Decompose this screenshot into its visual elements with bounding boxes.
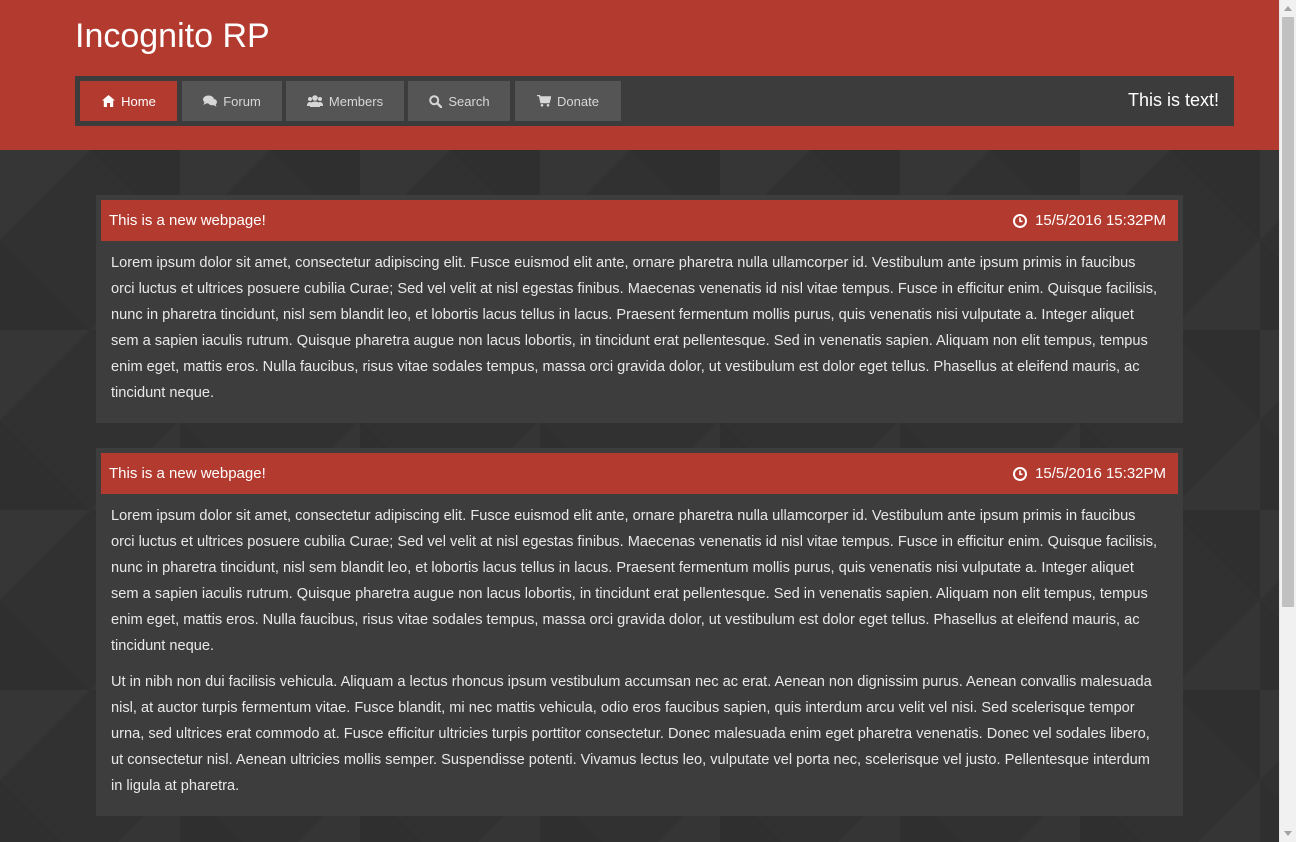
post-date-text: 15/5/2016 15:32PM: [1035, 212, 1166, 229]
comments-icon: [203, 94, 218, 108]
nav-members-label: Members: [328, 93, 384, 109]
post-paragraph: Ut in nibh non dui facilisis vehicula. A…: [111, 674, 1152, 794]
nav-home[interactable]: Home: [80, 81, 177, 121]
nav-search[interactable]: Search: [408, 81, 510, 121]
post-header: This is a new webpage! 15/5/2016 15:32PM: [101, 453, 1178, 494]
site-header: Incognito RP Home Forum Members Search D…: [0, 0, 1279, 150]
page-scrollbar[interactable]: [1279, 0, 1296, 842]
scroll-up-icon[interactable]: [1284, 6, 1292, 11]
post-paragraph: Lorem ipsum dolor sit amet, consectetur …: [111, 255, 1158, 401]
post-card: This is a new webpage! 15/5/2016 15:32PM…: [96, 448, 1183, 816]
nav-members[interactable]: Members: [286, 81, 404, 121]
nav-home-label: Home: [121, 93, 156, 109]
home-icon: [101, 94, 115, 108]
post-paragraph: Lorem ipsum dolor sit amet, consectetur …: [111, 508, 1158, 654]
post-body: Lorem ipsum dolor sit amet, consectetur …: [111, 250, 1161, 416]
main-navbar: Home Forum Members Search Donate This is…: [75, 76, 1234, 126]
navbar-right-text: This is text!: [1127, 90, 1219, 110]
nav-donate-label: Donate: [557, 93, 599, 109]
nav-donate[interactable]: Donate: [515, 81, 621, 121]
post-date: 15/5/2016 15:32PM: [1013, 465, 1166, 482]
clock-icon: [1013, 466, 1028, 481]
search-icon: [428, 94, 442, 108]
post-title: This is a new webpage!: [109, 212, 266, 229]
nav-forum[interactable]: Forum: [182, 81, 282, 121]
post-date: 15/5/2016 15:32PM: [1013, 212, 1166, 229]
post-title: This is a new webpage!: [109, 465, 266, 482]
clock-icon: [1013, 213, 1028, 228]
cart-icon: [537, 94, 552, 108]
nav-forum-label: Forum: [223, 93, 261, 109]
site-title[interactable]: Incognito RP: [75, 14, 270, 58]
scroll-thumb[interactable]: [1282, 17, 1294, 607]
post-date-text: 15/5/2016 15:32PM: [1035, 465, 1166, 482]
post-header: This is a new webpage! 15/5/2016 15:32PM: [101, 200, 1178, 241]
users-icon: [306, 94, 323, 108]
nav-search-label: Search: [448, 93, 490, 109]
scroll-down-icon[interactable]: [1284, 831, 1292, 836]
post-card: This is a new webpage! 15/5/2016 15:32PM…: [96, 195, 1183, 423]
post-body: Lorem ipsum dolor sit amet, consectetur …: [111, 503, 1161, 809]
